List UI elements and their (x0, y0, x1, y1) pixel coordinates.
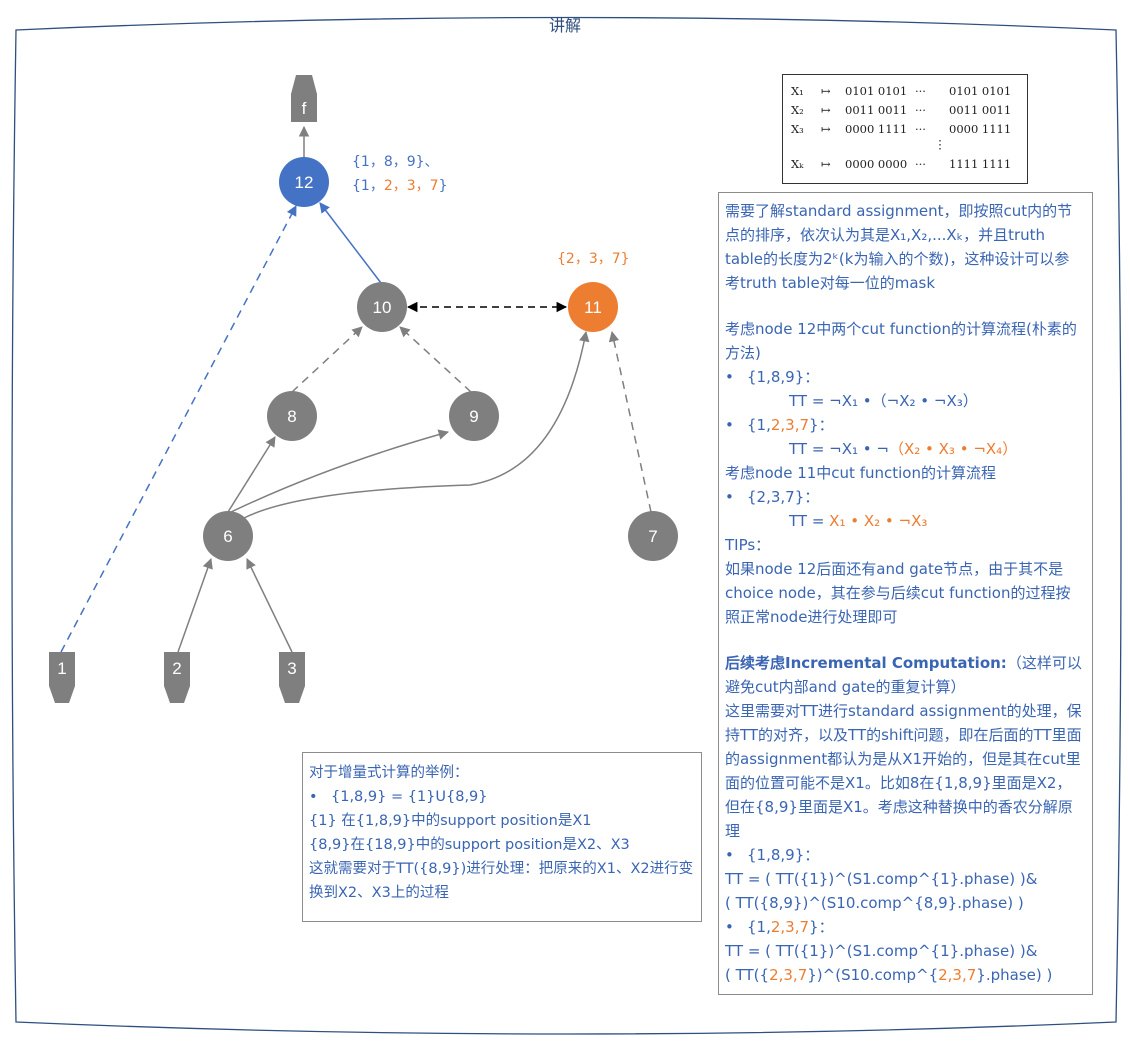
tt-arrow: ↦ (821, 83, 831, 98)
tt-formula-237: TT = X₁ • X₂ • ¬X₃ (789, 512, 928, 530)
cut-label-12-b: {1，2，3，7} (352, 178, 447, 194)
output-f: f (291, 75, 317, 122)
incremental-text: 这里需要对TT进行standard assignment的处理，保持TT的对齐，… (725, 702, 1082, 840)
svg-text:12: 12 (295, 173, 314, 192)
inc-formula-189-a: TT = ( TT({1})^(S1.comp^{1}.phase) )& (725, 870, 1038, 888)
node-8: 8 (267, 391, 317, 441)
node-6: 6 (203, 511, 253, 561)
frame-title: 讲解 (548, 16, 581, 35)
explanation-box: 需要了解standard assignment，即按照cut内的节点的排序，依次… (718, 192, 1093, 995)
node-7: 7 (628, 511, 678, 561)
node-9: 9 (449, 391, 499, 441)
svg-text:10: 10 (373, 298, 392, 317)
tt-var: Xₖ (791, 156, 804, 171)
example-line-3: {1} 在{1,8,9}中的support position是X1 (309, 813, 592, 829)
tt-dots: ··· (915, 156, 926, 171)
explain-standard-assignment: 需要了解standard assignment，即按照cut内的节点的排序，依次… (725, 202, 1073, 292)
tt-dots: ··· (915, 121, 926, 136)
tt-var: X₃ (791, 121, 804, 136)
svg-text:11: 11 (584, 298, 602, 317)
tt-bits-b: 0000 1111 (949, 121, 1012, 136)
tt-bits-b: 0101 0101 (949, 83, 1012, 98)
edge-7-11 (608, 330, 652, 513)
edge-10-12 (319, 202, 382, 284)
tt-bits-a: 0000 1111 (845, 121, 908, 136)
edge-2-6 (177, 558, 213, 653)
svg-text:1: 1 (57, 659, 66, 678)
edge-1-12 (60, 205, 297, 653)
edge-6-8 (227, 436, 276, 513)
tt-var: X₂ (791, 102, 804, 117)
tt-var: X₁ (791, 83, 804, 98)
svg-text:6: 6 (223, 527, 232, 546)
example-bullet: • {1,8,9} = {1}U{8,9} (309, 789, 488, 805)
edge-6-9 (230, 429, 450, 513)
tt-row-x3: X₃ ↦ 0000 1111 ··· 0000 1111 (791, 119, 1019, 138)
example-title: 对于增量式计算的举例： (309, 765, 469, 781)
explain-node11-heading: 考虑node 11中cut function的计算流程 (725, 464, 996, 482)
edge-3-6 (246, 558, 293, 653)
svg-text:2: 2 (172, 659, 181, 678)
tt-bits-a: 0011 0011 (845, 102, 908, 117)
tips-text: 如果node 12后面还有and gate节点，由于其不是choice node… (725, 560, 1071, 626)
cut-label-12-a: {1，8，9}、 (352, 154, 439, 170)
input-1: 1 (49, 652, 75, 703)
svg-text:9: 9 (469, 407, 478, 426)
svg-text:8: 8 (287, 407, 296, 426)
tt-arrow: ↦ (821, 121, 831, 136)
cut-label-11: {2，3，7} (557, 251, 630, 267)
svg-text:f: f (302, 99, 307, 118)
tt-formula-189: TT = ¬X₁ •（¬X₂ • ¬X₃） (789, 392, 978, 410)
bullet-inc-1237: • {1,2,3,7}： (725, 918, 834, 936)
tt-bits-b: 0011 0011 (949, 102, 1012, 117)
tt-bits-a: 0000 0000 (845, 156, 908, 171)
edge-9-10 (399, 326, 472, 393)
tt-bits-b: 1111 1111 (949, 156, 1012, 171)
tt-row-x2: X₂ ↦ 0011 0011 ··· 0011 0011 (791, 100, 1019, 119)
tt-arrow: ↦ (821, 156, 831, 171)
tt-row-xk: Xₖ ↦ 0000 0000 ··· 1111 1111 (791, 154, 1019, 173)
tt-vdots: ⋮ (934, 137, 946, 151)
svg-text:3: 3 (287, 659, 296, 678)
truth-table-mapping: X₁ ↦ 0101 0101 ··· 0101 0101 X₂ ↦ 0011 0… (782, 74, 1028, 184)
explain-node12-heading: 考虑node 12中两个cut function的计算流程(朴素的方法) (725, 320, 1077, 362)
incremental-heading: 后续考虑Incremental Computation:（这样可以避免cut内部… (725, 654, 1082, 696)
tips-label: TIPs： (725, 536, 771, 554)
node-12: 12 (279, 157, 329, 207)
node-10: 10 (357, 282, 407, 332)
tt-formula-1237: TT = ¬X₁ • ¬（X₂ • X₃ • ¬X₄） (789, 440, 1018, 458)
tt-arrow: ↦ (821, 102, 831, 117)
bullet-cut-189: • {1,8,9}： (725, 368, 820, 386)
edge-8-10 (291, 326, 363, 393)
inc-formula-189-b: ( TT({8,9})^(S10.comp^{8,9}.phase) ) (725, 894, 1024, 912)
node-11: 11 (568, 282, 618, 332)
tt-dots: ··· (915, 102, 926, 117)
example-line-4: {8,9}在{18,9}中的support position是X2、X3 (309, 837, 630, 853)
svg-text:7: 7 (648, 527, 657, 546)
bullet-cut-237: • {2,3,7}： (725, 488, 820, 506)
inc-formula-1237-a: TT = ( TT({1})^(S1.comp^{1}.phase) )& (725, 942, 1038, 960)
bullet-cut-1237: • {1,2,3,7}： (725, 416, 834, 434)
example-line-5: 这就需要对于TT({8,9})进行处理：把原来的X1、X2进行变换到X2、X3上… (309, 861, 694, 901)
incremental-example-box: 对于增量式计算的举例： • {1,8,9} = {1}U{8,9} {1} 在{1… (302, 752, 702, 922)
bullet-inc-189: • {1,8,9}： (725, 846, 820, 864)
input-3: 3 (279, 652, 305, 703)
tt-bits-a: 0101 0101 (845, 83, 908, 98)
tt-dots: ··· (915, 83, 926, 98)
inc-formula-1237-b: ( TT({2,3,7})^(S10.comp^{2,3,7}.phase) ) (725, 966, 1053, 984)
tt-row-x1: X₁ ↦ 0101 0101 ··· 0101 0101 (791, 81, 1019, 100)
input-2: 2 (164, 652, 190, 703)
